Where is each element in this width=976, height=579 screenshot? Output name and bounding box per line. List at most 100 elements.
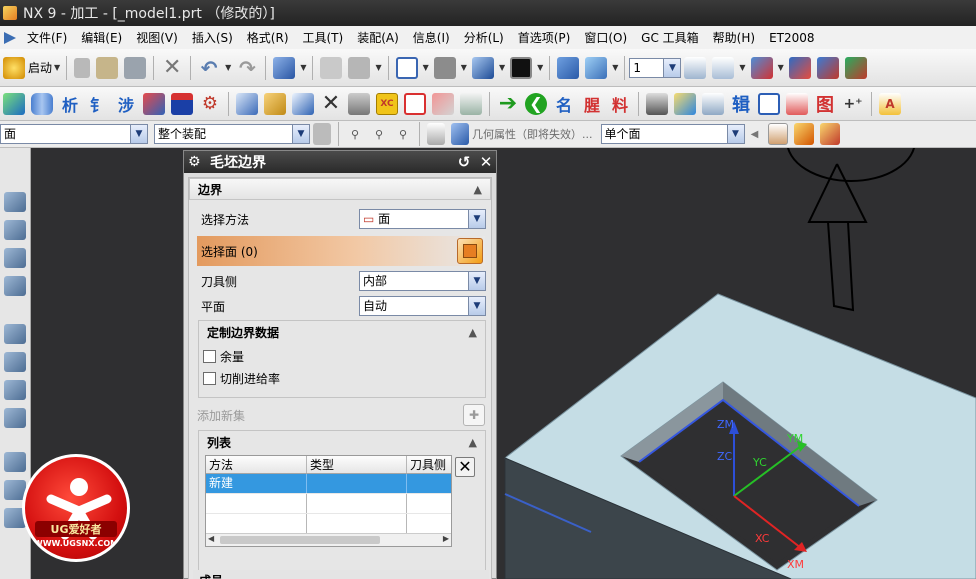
tool-side-select[interactable]: 内部 ▼: [359, 271, 486, 291]
xc-icon[interactable]: XC: [376, 92, 398, 115]
plus-icon[interactable]: +⁺: [842, 93, 864, 115]
part-library-icon[interactable]: [4, 380, 26, 400]
csys-dropdown-icon[interactable]: ▼: [778, 63, 784, 72]
menu-view[interactable]: 视图(V): [129, 29, 185, 46]
reset-icon[interactable]: ↺: [454, 153, 474, 171]
text-icon[interactable]: A: [879, 92, 901, 115]
grid-icon[interactable]: [348, 56, 371, 79]
table-scrollbar[interactable]: ◀ ▶: [206, 533, 451, 546]
layer-select[interactable]: 1 ▼: [629, 57, 682, 78]
remove-item-button[interactable]: ✕: [455, 457, 475, 477]
boundary-list-table[interactable]: 方法 类型 刀具侧 新建 ◀ ▶: [205, 455, 452, 547]
column-type[interactable]: 类型: [307, 456, 407, 473]
navigator-icon[interactable]: [4, 192, 26, 212]
cylinder-icon[interactable]: [31, 92, 53, 115]
rect-icon[interactable]: [404, 92, 426, 115]
feed-row[interactable]: 切削进给率: [203, 367, 280, 389]
shaded-cube-icon[interactable]: [471, 56, 494, 79]
create-program-icon[interactable]: [3, 92, 25, 115]
chevron-down-icon[interactable]: ▼: [468, 297, 485, 315]
menu-et2008[interactable]: ET2008: [762, 31, 821, 45]
chevron-down-icon[interactable]: ▼: [468, 210, 485, 228]
part-nav-icon[interactable]: [236, 92, 258, 115]
type-filter-select[interactable]: 面 ▼: [0, 124, 148, 144]
name-glyph-icon[interactable]: 名: [553, 93, 575, 115]
glyph-red-icon[interactable]: 腥: [581, 93, 603, 115]
menu-window[interactable]: 窗口(O): [577, 29, 634, 46]
geometry-icon[interactable]: [427, 123, 445, 145]
layer-dropdown-icon[interactable]: ▼: [739, 63, 745, 72]
collapse-icon[interactable]: ▲: [469, 326, 477, 339]
start-icon[interactable]: [3, 56, 25, 79]
collapse-icon[interactable]: ▲: [469, 436, 477, 449]
scroll-thumb[interactable]: [220, 536, 380, 544]
section-dropdown-icon[interactable]: ▼: [612, 63, 618, 72]
select-face-button[interactable]: [457, 238, 483, 264]
menu-preferences[interactable]: 首选项(P): [511, 29, 578, 46]
color-block-icon[interactable]: [171, 92, 193, 115]
stack-icon[interactable]: [460, 92, 482, 115]
graphics-window[interactable]: ZM ZC YM YC XC XM: [31, 148, 976, 579]
section-custom[interactable]: 定制边界数据 ▲: [199, 321, 485, 343]
section-boundary[interactable]: 边界 ▲: [189, 178, 491, 200]
table-icon[interactable]: [702, 92, 724, 115]
background-icon[interactable]: [510, 56, 533, 79]
section-list[interactable]: 列表 ▲: [199, 431, 485, 453]
web-browser-icon[interactable]: [4, 452, 26, 472]
menu-assembly[interactable]: 装配(A): [350, 29, 406, 46]
menu-help[interactable]: 帮助(H): [706, 29, 762, 46]
menu-format[interactable]: 格式(R): [240, 29, 296, 46]
menu-edit[interactable]: 编辑(E): [74, 29, 129, 46]
filter-reset-icon[interactable]: [313, 123, 331, 145]
new-file-icon[interactable]: [74, 57, 91, 78]
menu-info[interactable]: 信息(I): [406, 29, 457, 46]
tool-navigator-icon[interactable]: [4, 220, 26, 240]
snap-dropdown-icon[interactable]: ▼: [375, 63, 381, 72]
chevron-down-icon[interactable]: ▼: [726, 125, 744, 143]
orient-icon[interactable]: [557, 56, 580, 79]
collapse-icon[interactable]: ▲: [474, 183, 482, 196]
csys-icon[interactable]: [750, 56, 773, 79]
snap-end-icon[interactable]: ⚲: [370, 123, 388, 145]
render-icon[interactable]: [433, 56, 456, 79]
chevron-down-icon[interactable]: ▼: [130, 125, 147, 143]
allowance-checkbox[interactable]: [203, 349, 216, 363]
layer-settings-icon[interactable]: [684, 56, 707, 79]
save-icon[interactable]: [124, 56, 147, 79]
view-cube-icon[interactable]: [273, 56, 296, 79]
undo-dropdown-icon[interactable]: ▼: [225, 63, 231, 72]
fit-view-icon[interactable]: [395, 56, 418, 79]
feed-checkbox[interactable]: [203, 371, 216, 385]
plane-icon[interactable]: [844, 56, 867, 79]
layer-visible-icon[interactable]: [712, 56, 735, 79]
gold-glyph-icon[interactable]: 钅: [87, 93, 109, 115]
geometry-navigator-icon[interactable]: [4, 248, 26, 268]
back-icon[interactable]: ❮: [525, 92, 547, 115]
start-dropdown-icon[interactable]: ▼: [54, 63, 60, 72]
print-icon[interactable]: [786, 92, 808, 115]
redo-icon[interactable]: ↷: [236, 56, 258, 80]
snap-icon[interactable]: [320, 56, 343, 79]
select-method-select[interactable]: ▭ 面 ▼: [359, 209, 486, 229]
small-arrow-icon[interactable]: ◀: [748, 123, 762, 145]
scale-icon[interactable]: [646, 92, 668, 115]
open-folder-icon[interactable]: [96, 56, 119, 79]
menu-tools[interactable]: 工具(T): [296, 29, 351, 46]
gear-icon[interactable]: ⚙: [188, 154, 204, 170]
point-icon[interactable]: [788, 56, 811, 79]
paint-icon[interactable]: [674, 92, 696, 115]
interference-glyph-icon[interactable]: 涉: [115, 93, 137, 115]
bottom-section[interactable]: 成员: [193, 570, 489, 579]
face-select-2-icon[interactable]: [793, 123, 814, 145]
close-icon[interactable]: ✕: [476, 153, 496, 171]
column-method[interactable]: 方法: [206, 456, 307, 473]
history-icon[interactable]: [4, 324, 26, 344]
material-glyph-icon[interactable]: 料: [609, 93, 631, 115]
chevron-down-icon[interactable]: ▼: [292, 125, 309, 143]
edit-glyph-icon[interactable]: 辑: [730, 93, 752, 116]
vector-icon[interactable]: [816, 56, 839, 79]
chevron-down-icon[interactable]: ▼: [468, 272, 485, 290]
reuse-library-icon[interactable]: [4, 352, 26, 372]
face-select-icon[interactable]: [767, 123, 788, 145]
list-icon[interactable]: [758, 92, 780, 115]
